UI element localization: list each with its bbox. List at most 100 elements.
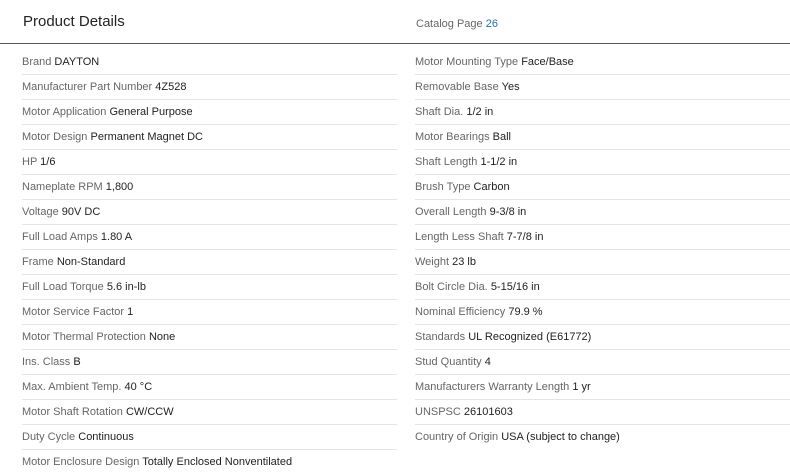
spec-row: Motor Application General Purpose [22,100,397,125]
spec-label: Frame [22,256,54,268]
product-details-header: Product Details Catalog Page 26 [0,0,790,44]
spec-value: 23 lb [452,256,476,268]
catalog-page-link[interactable]: 26 [486,18,498,30]
spec-value: Ball [492,131,511,143]
spec-value: 1 yr [572,381,591,393]
spec-label: Max. Ambient Temp. [22,381,122,393]
spec-row: Full Load Torque 5.6 in-lb [22,275,397,300]
spec-row: Brush Type Carbon [415,175,790,200]
spec-label: Nameplate RPM [22,181,103,193]
spec-value: CW/CCW [125,406,174,418]
spec-value: 5.6 in-lb [106,281,146,293]
catalog-page-label: Catalog Page [416,18,483,30]
spec-value: 1/6 [40,156,56,168]
spec-label: Country of Origin [415,431,499,443]
specs-right-column: Motor Mounting Type Face/Base Removable B… [415,50,790,450]
spec-value: 1-1/2 in [480,156,518,168]
spec-label: Removable Base [415,81,499,93]
spec-row: UNSPSC 26101603 [415,400,790,425]
spec-value: Non-Standard [56,256,126,268]
spec-label: Motor Service Factor [22,306,125,318]
spec-value: B [73,356,81,368]
spec-row: Ins. Class B [22,350,397,375]
spec-row: Shaft Dia. 1/2 in [415,100,790,125]
spec-row: Shaft Length 1-1/2 in [415,150,790,175]
spec-label: Length Less Shaft [415,231,504,243]
spec-row: Stud Quantity 4 [415,350,790,375]
spec-row: Motor Shaft Rotation CW/CCW [22,400,397,425]
spec-label: Full Load Torque [22,281,104,293]
spec-label: Nominal Efficiency [415,306,506,318]
spec-label: Motor Application [22,106,107,118]
spec-value: 40 °C [124,381,153,393]
spec-row: Standards UL Recognized (E61772) [415,325,790,350]
spec-label: Duty Cycle [22,431,76,443]
spec-row: Manufacturer Part Number 4Z528 [22,75,397,100]
spec-value: 26101603 [463,406,513,418]
spec-row: Full Load Amps 1.80 A [22,225,397,250]
spec-row: Country of Origin USA (subject to change… [415,425,790,450]
spec-label: Weight [415,256,450,268]
spec-value: Yes [501,81,520,93]
spec-value: 90V DC [61,206,101,218]
spec-label: Standards [415,331,466,343]
spec-row: Motor Service Factor 1 [22,300,397,325]
spec-value: 1 [127,306,134,318]
spec-label: Bolt Circle Dia. [415,281,488,293]
spec-value: 4Z528 [155,81,187,93]
spec-value: Permanent Magnet DC [90,131,203,143]
spec-value: Continuous [78,431,134,443]
spec-label: Voltage [22,206,59,218]
spec-value: Totally Enclosed Nonventilated [142,456,293,468]
spec-value: UL Recognized (E61772) [468,331,592,343]
spec-row: Nominal Efficiency 79.9 % [415,300,790,325]
spec-row: Manufacturers Warranty Length 1 yr [415,375,790,400]
spec-row: Max. Ambient Temp. 40 °C [22,375,397,400]
spec-value: 79.9 % [508,306,543,318]
spec-value: 9-3/8 in [489,206,527,218]
spec-row: Frame Non-Standard [22,250,397,275]
spec-label: Full Load Amps [22,231,98,243]
section-title: Product Details [23,13,125,30]
spec-row: Motor Bearings Ball [415,125,790,150]
spec-row: Motor Enclosure Design Totally Enclosed … [22,450,397,475]
spec-value: 5-15/16 in [490,281,540,293]
spec-value: 4 [484,356,491,368]
spec-label: Manufacturer Part Number [22,81,153,93]
spec-label: Brush Type [415,181,471,193]
spec-row: Overall Length 9-3/8 in [415,200,790,225]
spec-label: Ins. Class [22,356,71,368]
spec-label: HP [22,156,38,168]
spec-label: Motor Enclosure Design [22,456,140,468]
spec-row: Voltage 90V DC [22,200,397,225]
spec-value: None [148,331,176,343]
spec-label: Motor Shaft Rotation [22,406,123,418]
spec-value: Carbon [473,181,510,193]
spec-label: Manufacturers Warranty Length [415,381,570,393]
spec-value: 7-7/8 in [506,231,544,243]
spec-row: Length Less Shaft 7-7/8 in [415,225,790,250]
spec-row: Motor Mounting Type Face/Base [415,50,790,75]
spec-value: USA (subject to change) [501,431,620,443]
catalog-page: Catalog Page 26 [416,18,498,30]
spec-value: 1.80 A [100,231,133,243]
spec-label: Motor Bearings [415,131,490,143]
specs-left-column: Brand DAYTON Manufacturer Part Number 4Z5… [22,50,397,475]
spec-label: Overall Length [415,206,487,218]
spec-value: DAYTON [54,56,100,68]
spec-row: HP 1/6 [22,150,397,175]
spec-value: 1/2 in [466,106,494,118]
spec-row: Bolt Circle Dia. 5-15/16 in [415,275,790,300]
spec-label: Shaft Length [415,156,478,168]
spec-value: 1,800 [105,181,134,193]
spec-row: Nameplate RPM 1,800 [22,175,397,200]
spec-label: Motor Mounting Type [415,56,519,68]
spec-label: Shaft Dia. [415,106,464,118]
spec-label: UNSPSC [415,406,461,418]
spec-label: Motor Design [22,131,88,143]
spec-row: Brand DAYTON [22,50,397,75]
spec-row: Duty Cycle Continuous [22,425,397,450]
spec-label: Stud Quantity [415,356,482,368]
spec-value: General Purpose [109,106,193,118]
spec-label: Brand [22,56,52,68]
